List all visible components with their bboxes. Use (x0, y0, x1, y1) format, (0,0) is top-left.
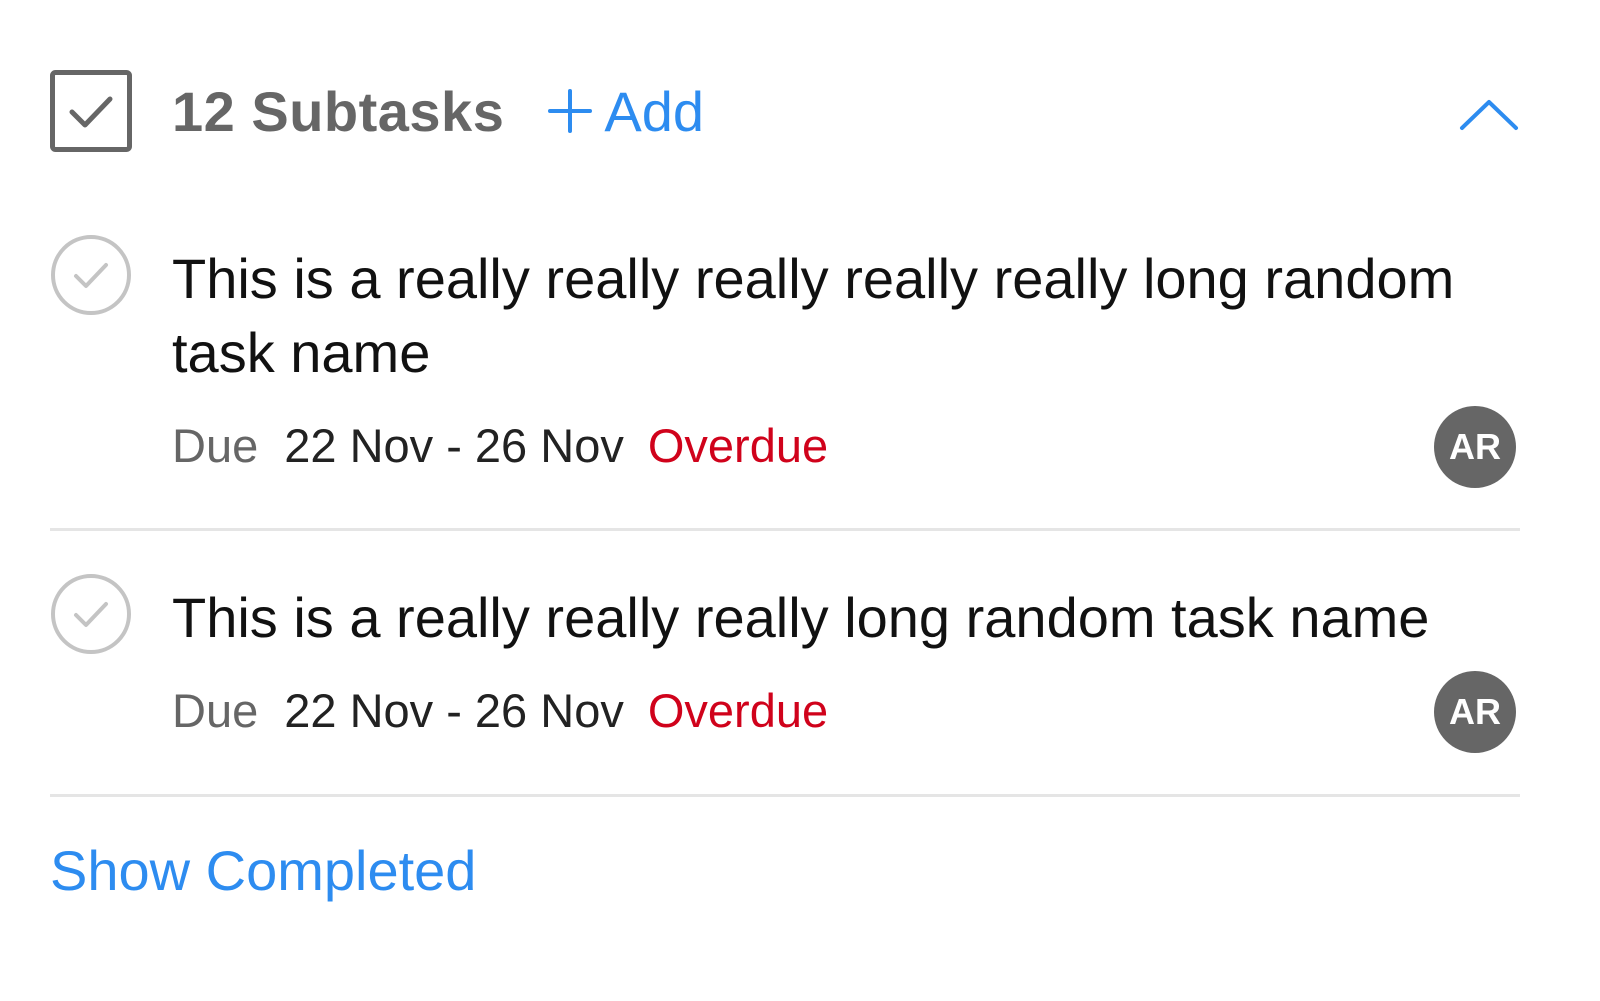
due-label: Due (172, 419, 259, 472)
checkbox-checked-icon[interactable] (50, 70, 132, 152)
complete-task-toggle[interactable] (50, 573, 132, 655)
circle-check-icon (51, 235, 131, 315)
task-due: Due 22 Nov - 26 Nov Overdue (172, 418, 828, 474)
subtasks-panel: 12 Subtasks Add This is a really really … (0, 0, 1600, 1001)
overdue-status: Overdue (647, 419, 829, 472)
task-name[interactable]: This is a really really really long rand… (172, 581, 1500, 655)
due-date-range: 22 Nov - 26 Nov (284, 419, 624, 472)
task-row[interactable]: This is a really really really really re… (50, 234, 1520, 531)
collapse-button[interactable] (1458, 84, 1520, 138)
circle-check-icon (51, 574, 131, 654)
subtasks-count-title: 12 Subtasks (172, 79, 505, 143)
task-due: Due 22 Nov - 26 Nov Overdue (172, 683, 828, 739)
task-name[interactable]: This is a really really really really re… (172, 242, 1500, 390)
plus-icon (548, 89, 593, 133)
chevron-up-icon (1460, 100, 1518, 130)
task-row[interactable]: This is a really really really long rand… (50, 573, 1520, 797)
add-subtask-label: Add (604, 79, 704, 143)
due-date-range: 22 Nov - 26 Nov (284, 684, 624, 737)
overdue-status: Overdue (647, 684, 829, 737)
assignee-avatar[interactable]: AR (1434, 406, 1516, 488)
due-label: Due (172, 684, 259, 737)
add-subtask-button[interactable]: Add (548, 79, 704, 144)
assignee-avatar[interactable]: AR (1434, 671, 1516, 753)
complete-task-toggle[interactable] (50, 234, 132, 316)
show-completed-link[interactable]: Show Completed (50, 838, 476, 903)
subtasks-header: 12 Subtasks Add (50, 70, 1520, 152)
